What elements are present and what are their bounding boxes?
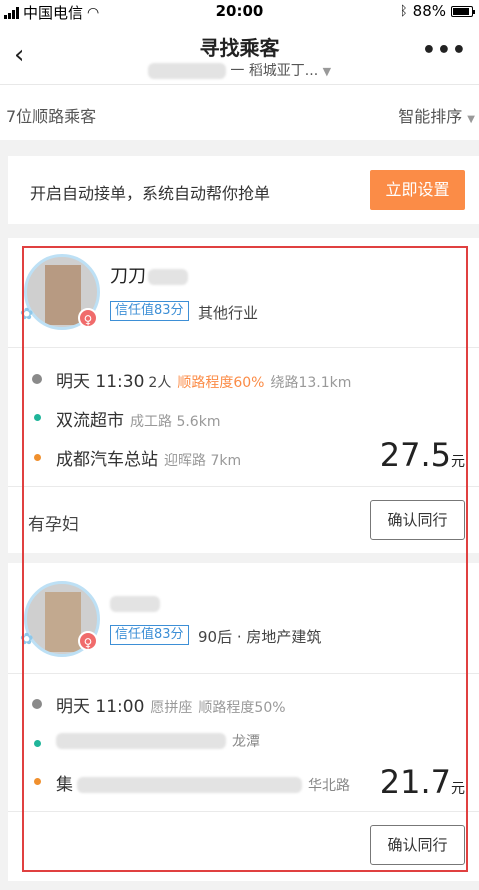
trust-badge: 信任值83分 [110, 301, 189, 321]
female-icon: ♀ [78, 631, 98, 651]
origin-detail: 龙潭 [232, 734, 260, 750]
trip-time: 明天 11:00 [56, 697, 145, 717]
caret-down-icon: ▼ [322, 65, 332, 78]
origin-dot-icon [34, 740, 41, 747]
auto-accept-banner: 开启自动接单，系统自动帮你抢单 立即设置 [8, 156, 479, 224]
divider [8, 673, 479, 674]
divider [8, 347, 479, 348]
destination-dot-icon [34, 778, 41, 785]
trip-time-row: 明天 11:30 2人 顺路程度60% 绕路13.1km [56, 367, 351, 392]
destination-row: 成都汽车总站 迎晖路 7km [56, 445, 241, 470]
route-origin-redacted [147, 63, 226, 79]
destination-dot-icon [34, 454, 41, 461]
destination-detail: 迎晖路 7km [164, 453, 242, 469]
destination-row: 集 华北路 [56, 770, 350, 795]
bow-icon: ✿ [20, 629, 34, 648]
origin-detail: 成工路 5.6km [130, 414, 221, 430]
sort-label: 智能排序 [398, 107, 463, 126]
nav-bar: ‹ 寻找乘客 一 稻城亚丁... ▼ ••• [0, 24, 479, 84]
caret-down-icon: ▼ [467, 114, 475, 125]
trip-time: 明天 11:30 [56, 372, 145, 392]
passenger-count: 7位顺路乘客 [6, 107, 97, 126]
match-degree: 顺路程度50% [198, 700, 286, 716]
battery-icon [451, 5, 475, 17]
status-bar: 中国电信 ◠ 20:00 ᛒ 88% [0, 0, 479, 24]
more-button[interactable]: ••• [422, 38, 467, 63]
avatar-photo-redacted [45, 592, 81, 652]
passenger-name [110, 593, 160, 614]
origin-row: 双流超市 成工路 5.6km [56, 406, 220, 431]
page-title: 寻找乘客 [199, 36, 280, 60]
divider [8, 486, 479, 487]
industry-label: 其他行业 [198, 304, 259, 322]
route-selector[interactable]: 一 稻城亚丁... ▼ [0, 60, 479, 80]
passenger-card[interactable]: ✿ ♀ 信任值83分 90后 · 房地产建筑 明天 11:00 愿拼座 顺路程度50… [8, 563, 479, 881]
bluetooth-icon: ᛒ [399, 3, 408, 19]
passenger-name: 刀刀 [110, 262, 188, 288]
industry-label: 90后 · 房地产建筑 [198, 628, 322, 646]
destination-name: 成都汽车总站 [56, 450, 158, 470]
confirm-ride-button[interactable]: 确认同行 [370, 825, 465, 865]
origin-row: 龙潭 [56, 731, 260, 751]
auto-accept-text: 开启自动接单，系统自动帮你抢单 [30, 184, 271, 203]
detour-distance: 绕路13.1km [270, 375, 352, 391]
sort-dropdown[interactable]: 智能排序 ▼ [398, 103, 475, 127]
trust-badge: 信任值83分 [110, 625, 189, 645]
destination-detail: 华北路 [308, 778, 350, 794]
seat-option: 愿拼座 [150, 700, 193, 716]
seat-count: 2人 [148, 375, 172, 391]
route-arrow: 一 [230, 63, 245, 79]
female-icon: ♀ [78, 308, 98, 328]
price: 27.5元 [379, 436, 465, 474]
filter-bar: 7位顺路乘客 智能排序 ▼ [0, 84, 479, 140]
more-dots-icon: ••• [421, 38, 467, 63]
origin-name: 双流超市 [56, 411, 124, 431]
origin-redacted [56, 733, 226, 749]
passenger-note: 有孕妇 [28, 515, 79, 535]
match-degree: 顺路程度60% [177, 375, 265, 391]
clock-icon [32, 374, 42, 384]
origin-dot-icon [34, 414, 41, 421]
route-destination: 稻城亚丁... [248, 63, 319, 79]
price: 21.7元 [379, 763, 465, 801]
bow-icon: ✿ [20, 304, 34, 323]
clock-icon [32, 699, 42, 709]
confirm-ride-button[interactable]: 确认同行 [370, 500, 465, 540]
passenger-card[interactable]: ✿ ♀ 刀刀 信任值83分 其他行业 明天 11:30 2人 顺路程度60% 绕路13… [8, 238, 479, 553]
divider [8, 811, 479, 812]
destination-name: 集 [56, 775, 73, 795]
battery-percent: 88% [412, 2, 446, 20]
destination-redacted [77, 777, 302, 793]
avatar-photo-redacted [45, 265, 81, 325]
setup-button[interactable]: 立即设置 [370, 170, 465, 210]
trip-time-row: 明天 11:00 愿拼座 顺路程度50% [56, 692, 286, 717]
